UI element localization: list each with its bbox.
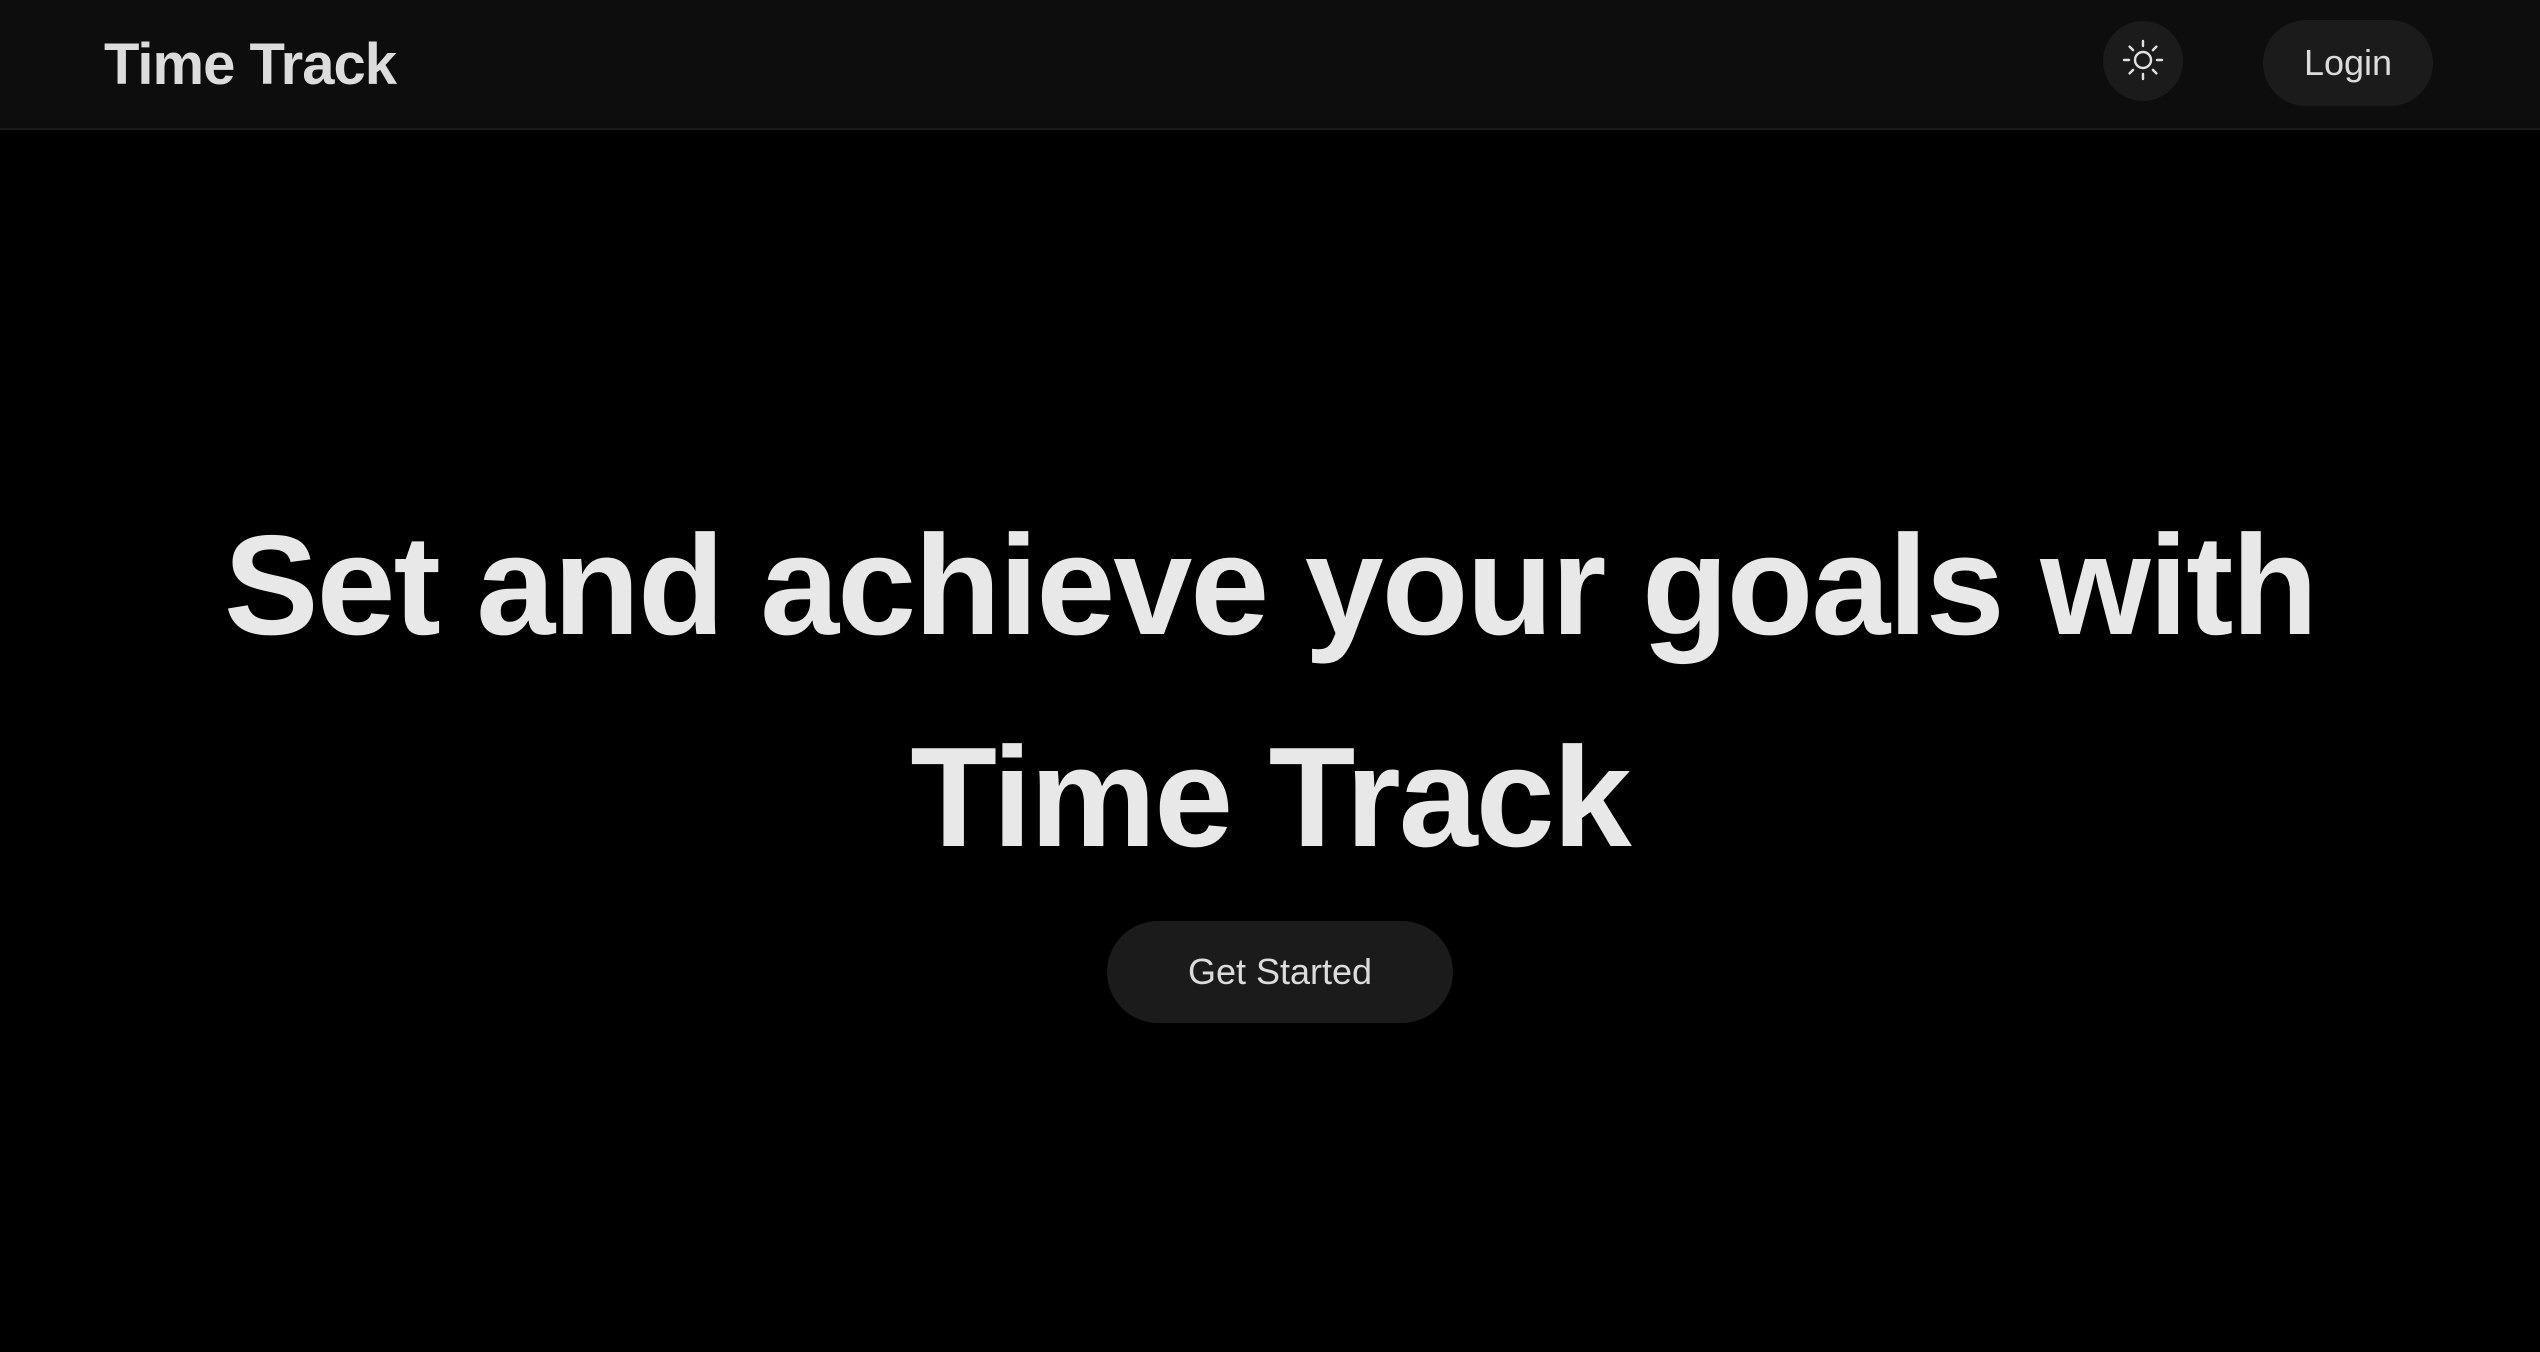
brand-logo[interactable]: Time Track [104,30,397,100]
theme-toggle-button[interactable] [2103,21,2183,101]
sun-icon [2121,38,2165,85]
hero-title: Set and achieve your goals with Time Tra… [223,506,2318,877]
hero: Set and achieve your goals with Time Tra… [0,480,2540,904]
login-button[interactable]: Login [2263,20,2433,106]
top-navbar: Time Track Login [0,0,2540,130]
get-started-button[interactable]: Get Started [1107,921,1453,1023]
